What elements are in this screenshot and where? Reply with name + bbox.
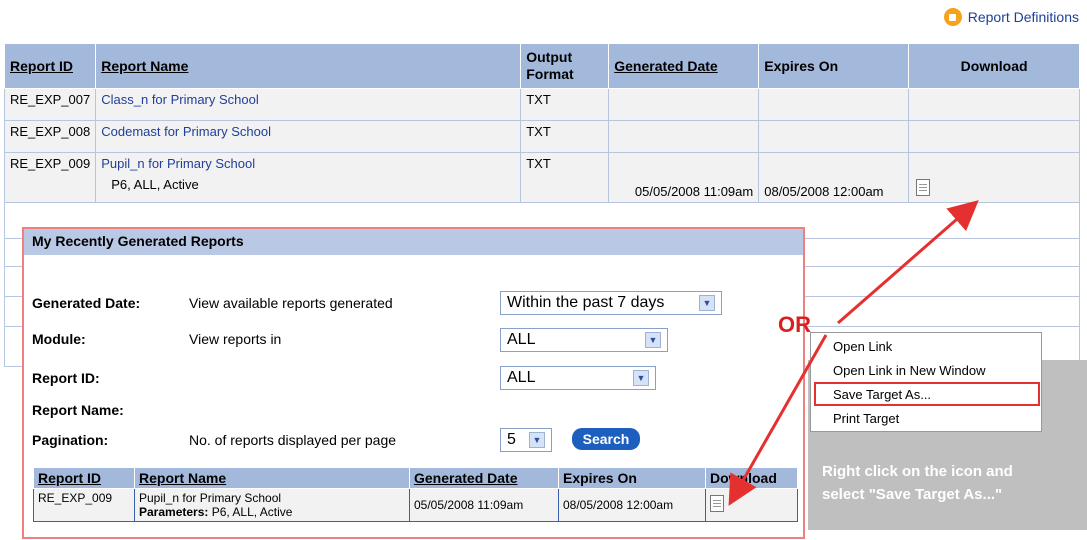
annotation-arrows [728, 200, 979, 506]
arrow-to-panel-download [728, 334, 828, 506]
arrow-to-main-download [837, 200, 979, 325]
